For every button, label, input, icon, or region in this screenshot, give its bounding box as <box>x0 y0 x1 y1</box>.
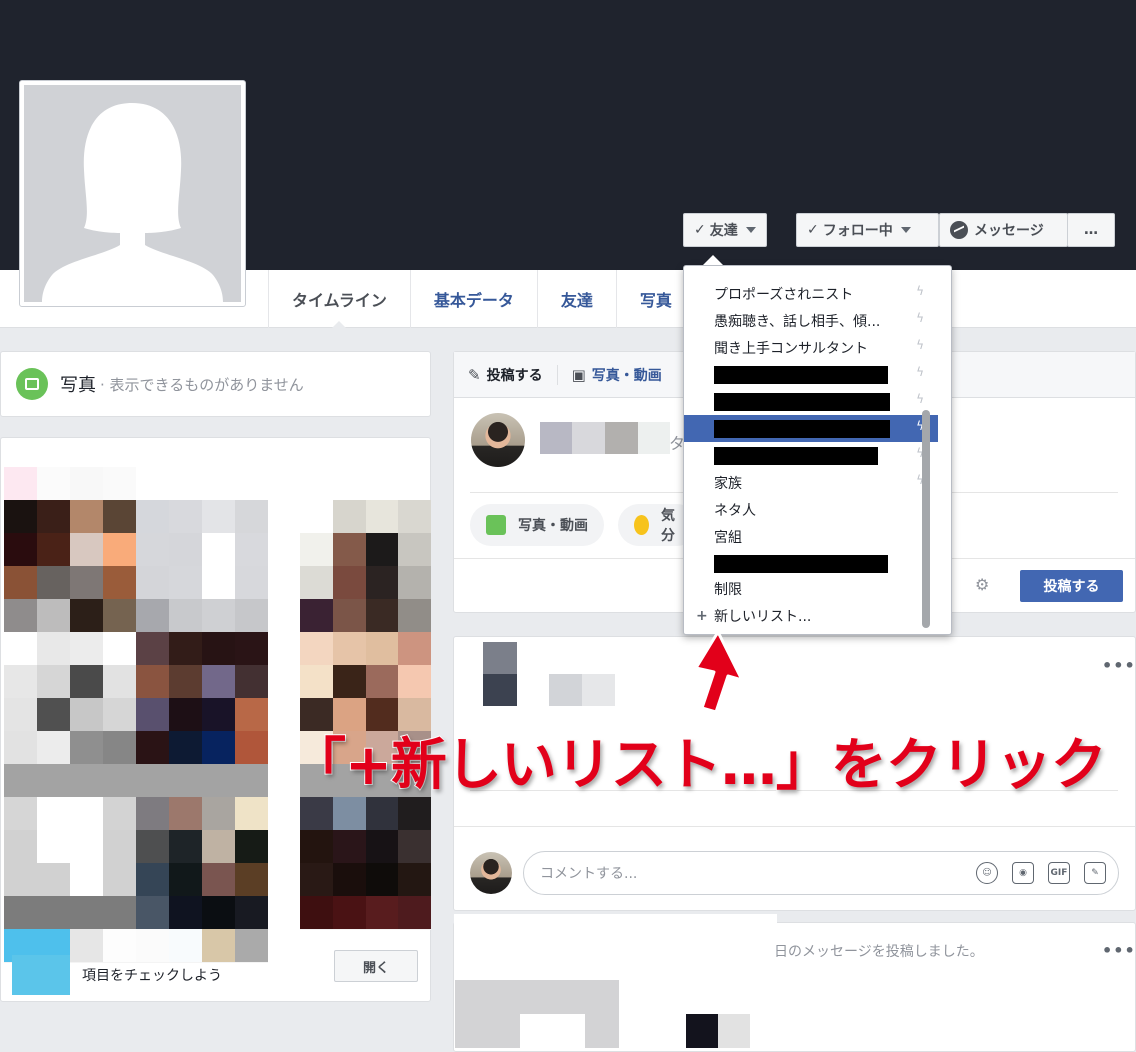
gif-icon[interactable]: GIF <box>1048 862 1070 884</box>
tab-photo-video[interactable]: ▣ 写真・動画 <box>572 365 662 385</box>
image-icon <box>486 515 506 535</box>
blurred-image-block <box>718 1014 750 1048</box>
friends-button[interactable]: ✓ 友達 <box>683 213 767 247</box>
blurred-avatar-block <box>483 674 517 706</box>
photos-card-subtitle: · 表示できるものがありません <box>100 375 304 394</box>
list-item-propose[interactable]: プロポーズされニスト ϟ <box>684 280 938 307</box>
redaction-bar <box>714 419 890 438</box>
list-item-consultant[interactable]: 聞き上手コンサルタント ϟ <box>684 334 938 361</box>
check-icon: ✓ <box>807 222 819 238</box>
lightning-icon: ϟ <box>916 365 924 379</box>
list-item-redacted[interactable]: ϟ <box>684 442 938 469</box>
tab-about[interactable]: 基本データ <box>409 270 537 328</box>
comment-avatar[interactable] <box>470 852 512 894</box>
lightning-icon: ϟ <box>916 392 924 406</box>
blurred-image-block <box>520 1014 585 1048</box>
follow-button[interactable]: ✓ フォロー中 <box>796 213 939 247</box>
photo-icon <box>16 368 48 400</box>
list-item-redacted-selected[interactable]: ϟ <box>684 415 938 442</box>
tab-friends[interactable]: 友達 <box>536 270 616 328</box>
user-avatar[interactable] <box>471 413 525 467</box>
blurred-image-block <box>686 1014 718 1048</box>
red-arrow-annotation <box>694 630 744 714</box>
post-options-icon[interactable]: ••• <box>1102 656 1136 675</box>
more-options-button[interactable]: … <box>1067 213 1115 247</box>
open-button[interactable]: 開く <box>334 950 418 982</box>
sticker-icon[interactable]: ✎ <box>1084 862 1106 884</box>
list-item-miyagumi[interactable]: 宮組 <box>684 523 938 550</box>
list-item-redacted[interactable]: ϟ <box>684 388 938 415</box>
redaction-bar <box>714 365 888 384</box>
blurred-name-block <box>605 422 638 454</box>
photos-card-title[interactable]: 写真 <box>60 371 96 397</box>
check-icon: ✓ <box>694 222 706 238</box>
list-item-neta[interactable]: ネタ人 <box>684 496 938 523</box>
redaction-bar <box>714 446 878 465</box>
blurred-header-block <box>454 914 777 980</box>
tab-create-post[interactable]: ✎ 投稿する <box>468 365 543 385</box>
messenger-icon <box>950 221 968 239</box>
profile-picture[interactable] <box>19 80 246 307</box>
blurred-name-block <box>638 422 670 454</box>
pixelated-friends-photo-left <box>4 467 268 963</box>
caret-down-icon <box>900 227 911 233</box>
blurred-name-block <box>549 674 582 706</box>
checklist-text: 項目をチェックしよう <box>82 968 222 984</box>
emoji-icon[interactable]: ☺ <box>976 862 998 884</box>
lightning-icon: ϟ <box>916 338 924 352</box>
smiley-icon <box>634 515 649 535</box>
blurred-avatar-block <box>483 642 517 674</box>
blurred-name-block <box>540 422 572 454</box>
photos-card: 写真 · 表示できるものがありません <box>0 351 431 417</box>
menu-pointer <box>703 255 723 265</box>
default-avatar-silhouette <box>24 85 241 302</box>
plus-icon: + <box>696 607 708 624</box>
lightning-icon: ϟ <box>916 311 924 325</box>
pencil-icon: ✎ <box>468 365 481 384</box>
redaction-bar <box>714 392 890 411</box>
list-item-redacted[interactable]: ϟ <box>684 361 938 388</box>
blurred-name-block <box>572 422 605 454</box>
tab-divider <box>556 364 558 385</box>
gear-icon[interactable]: ⚙ <box>975 575 989 594</box>
comment-input[interactable]: コメントする... ☺ ◉ GIF ✎ <box>523 851 1119 895</box>
message-button[interactable]: メッセージ <box>939 213 1068 247</box>
blurred-name-block <box>582 674 615 706</box>
new-list-item[interactable]: + 新しいリスト... <box>684 602 938 629</box>
camera-icon: ▣ <box>571 365 586 384</box>
friend-list-menu: プロポーズされニスト ϟ 愚痴聴き、話し相手、傾... ϟ 聞き上手コンサルタン… <box>683 265 952 635</box>
caret-down-icon <box>745 227 756 233</box>
pixelated-friends-photo-right <box>300 500 431 930</box>
list-item-restricted[interactable]: 制限 <box>684 575 938 602</box>
lightning-icon: ϟ <box>916 284 924 298</box>
post-button[interactable]: 投稿する <box>1020 570 1123 602</box>
post-options-icon[interactable]: ••• <box>1102 941 1136 960</box>
photo-video-pill[interactable]: 写真・動画 <box>470 504 604 546</box>
list-item-redacted[interactable] <box>684 550 938 577</box>
tab-timeline[interactable]: タイムライン <box>268 270 410 329</box>
list-item-family[interactable]: 家族 ϟ <box>684 469 938 496</box>
post-activity-text: 日のメッセージを投稿しました。 <box>774 944 984 960</box>
checklist-icon <box>12 955 70 995</box>
post-divider <box>454 826 1135 827</box>
menu-scrollbar[interactable] <box>922 410 930 628</box>
redaction-bar <box>714 554 888 573</box>
callout-text: 「+新しいリスト…」をクリック <box>289 732 1108 799</box>
list-item-listener[interactable]: 愚痴聴き、話し相手、傾... ϟ <box>684 307 938 334</box>
camera-icon[interactable]: ◉ <box>1012 862 1034 884</box>
